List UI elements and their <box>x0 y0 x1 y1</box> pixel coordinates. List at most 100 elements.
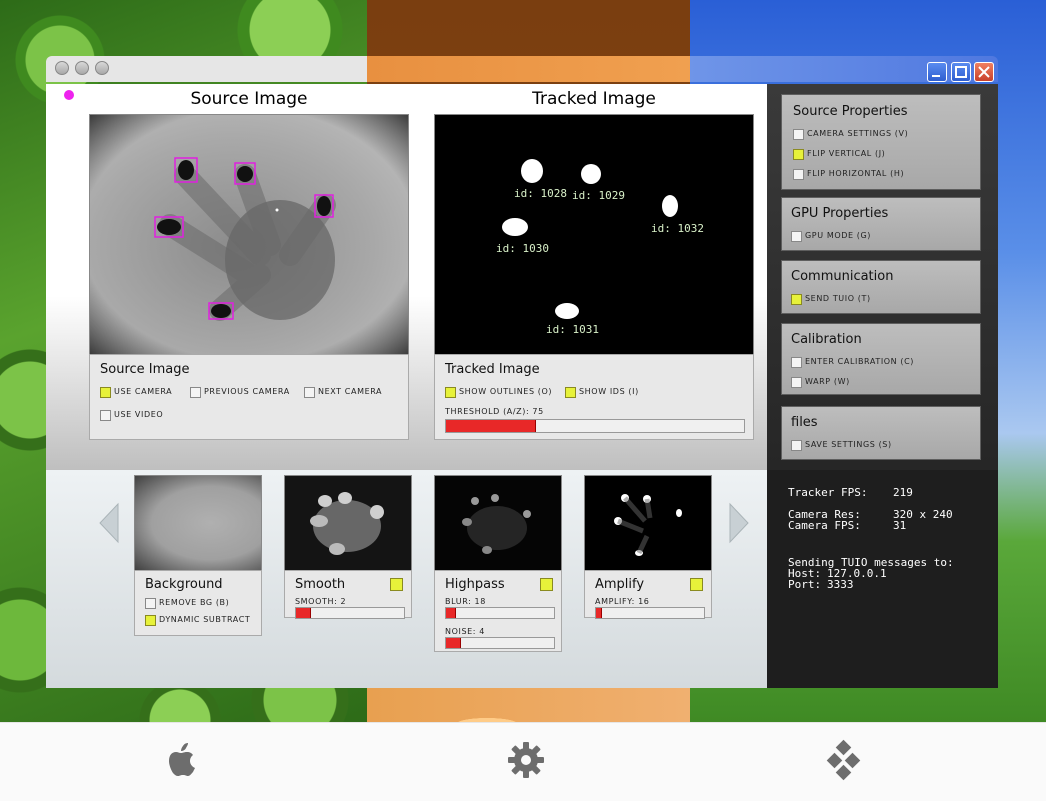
smooth-slider-label: smooth: 2 <box>295 597 347 606</box>
send-tuio-label: send tuio (t) <box>805 294 871 303</box>
remove-bg-label: remove bg (b) <box>159 598 230 607</box>
apple-icon[interactable] <box>161 738 205 782</box>
highpass-preview <box>434 475 562 571</box>
previous-camera-label: previous camera <box>204 387 290 396</box>
tracked-controls-title: Tracked Image <box>445 362 540 377</box>
maximize-icon <box>955 66 967 78</box>
status-indicator <box>64 90 74 100</box>
threshold-slider[interactable] <box>445 419 745 433</box>
mac-minimize-button[interactable] <box>75 61 89 75</box>
flip-horizontal-checkbox[interactable] <box>793 169 804 180</box>
windows-icon[interactable] <box>825 738 869 782</box>
calibration-box: Calibration enter calibration (c) warp (… <box>781 323 981 395</box>
use-camera-label: use camera <box>114 387 173 396</box>
smooth-toggle-checkbox[interactable] <box>390 578 403 591</box>
amplify-filter: Amplify amplify: 16 <box>584 570 712 619</box>
gear-icon[interactable] <box>504 738 548 782</box>
communication-box: Communication send tuio (t) <box>781 260 981 314</box>
tracked-controls: Tracked Image show outlines (o) show ids… <box>434 354 754 440</box>
smooth-preview-image <box>310 492 384 555</box>
tracked-image-view: id: 1028 id: 1029 id: 1032 id: 1030 id: … <box>434 114 754 356</box>
source-controls-title: Source Image <box>100 362 190 377</box>
save-settings-checkbox[interactable] <box>791 440 802 451</box>
close-button[interactable] <box>974 62 994 82</box>
use-video-label: use video <box>114 410 164 419</box>
threshold-label: threshold (a/z): 75 <box>445 407 544 416</box>
background-preview <box>134 475 262 571</box>
blur-slider[interactable] <box>445 607 555 619</box>
camera-settings-label: camera settings (v) <box>807 129 909 138</box>
show-ids-checkbox[interactable] <box>565 387 576 398</box>
amplify-slider[interactable] <box>595 607 705 619</box>
noise-slider[interactable] <box>445 637 555 649</box>
show-outlines-checkbox[interactable] <box>445 387 456 398</box>
source-camera-feed <box>90 115 408 355</box>
next-camera-label: next camera <box>318 387 383 396</box>
amplify-toggle-checkbox[interactable] <box>690 578 703 591</box>
remove-bg-checkbox[interactable] <box>145 598 156 609</box>
amplify-slider-fill <box>596 608 603 618</box>
source-properties-title: Source Properties <box>793 104 908 119</box>
source-controls: Source Image use camera previous camera … <box>89 354 409 440</box>
blob-id-label: id: 1029 <box>572 189 625 202</box>
smooth-slider[interactable] <box>295 607 405 619</box>
amplify-preview <box>584 475 712 571</box>
sidebar-properties-area: Source Properties camera settings (v) fl… <box>767 84 998 470</box>
amplify-preview-image <box>614 494 682 556</box>
blob-id-label: id: 1032 <box>651 222 704 235</box>
gpu-mode-checkbox[interactable] <box>791 231 802 242</box>
blur-slider-fill <box>446 608 456 618</box>
send-tuio-checkbox[interactable] <box>791 294 802 305</box>
mac-close-button[interactable] <box>55 61 69 75</box>
enter-calibration-checkbox[interactable] <box>791 357 802 368</box>
blob-id-label: id: 1030 <box>496 242 549 255</box>
threshold-slider-fill <box>446 420 537 432</box>
use-camera-checkbox[interactable] <box>100 387 111 398</box>
maximize-button[interactable] <box>951 62 971 82</box>
smooth-preview <box>284 475 412 571</box>
close-icon <box>978 66 990 78</box>
noise-slider-label: noise: 4 <box>445 627 485 636</box>
mac-zoom-button[interactable] <box>95 61 109 75</box>
minimize-icon <box>932 75 940 77</box>
arrow-right-icon[interactable] <box>728 502 750 544</box>
camera-area: Source Image Source Image USE CAMERA PRE… <box>46 84 767 470</box>
dynamic-subtract-checkbox[interactable] <box>145 615 156 626</box>
blur-slider-label: blur: 18 <box>445 597 486 606</box>
arrow-left-icon[interactable] <box>98 502 120 544</box>
highpass-title: Highpass <box>445 577 505 592</box>
gpu-properties-title: GPU Properties <box>791 206 889 221</box>
camera-fps-label: Camera FPS: <box>788 519 861 532</box>
amplify-title: Amplify <box>595 577 645 592</box>
flip-vertical-checkbox[interactable] <box>793 149 804 160</box>
minimize-button[interactable] <box>927 62 947 82</box>
background-title: Background <box>145 577 223 592</box>
amplify-slider-label: amplify: 16 <box>595 597 650 606</box>
port-label: Port: <box>788 578 822 591</box>
highpass-filter: Highpass blur: 18 noise: 4 <box>434 570 562 652</box>
warp-checkbox[interactable] <box>791 377 802 388</box>
smooth-filter: Smooth smooth: 2 <box>284 570 412 619</box>
files-title: files <box>791 415 818 430</box>
tracker-fps-value: 219 <box>893 486 913 499</box>
camera-settings-checkbox[interactable] <box>793 129 804 140</box>
highpass-preview-image <box>462 494 531 554</box>
highpass-toggle-checkbox[interactable] <box>540 578 553 591</box>
noise-slider-fill <box>446 638 462 648</box>
filter-strip: Background remove bg (b) dynamic subtrac… <box>46 470 767 688</box>
use-video-checkbox[interactable] <box>100 410 111 421</box>
files-box: files save settings (s) <box>781 406 981 460</box>
enter-calibration-label: enter calibration (c) <box>805 357 915 366</box>
save-settings-label: save settings (s) <box>805 440 892 449</box>
next-camera-checkbox[interactable] <box>304 387 315 398</box>
smooth-title: Smooth <box>295 577 346 592</box>
flip-horizontal-label: flip horizontal (h) <box>807 169 905 178</box>
show-ids-label: show ids (i) <box>579 387 639 396</box>
background-filter: Background remove bg (b) dynamic subtrac… <box>134 570 262 636</box>
gpu-properties-box: GPU Properties gpu mode (g) <box>781 197 981 251</box>
window-titlebar[interactable] <box>46 56 998 82</box>
previous-camera-checkbox[interactable] <box>190 387 201 398</box>
tracked-image-title: Tracked Image <box>532 89 656 109</box>
blob-id-label: id: 1028 <box>514 187 567 200</box>
app-window: Source Image Source Image USE CAMERA PRE… <box>46 56 998 688</box>
